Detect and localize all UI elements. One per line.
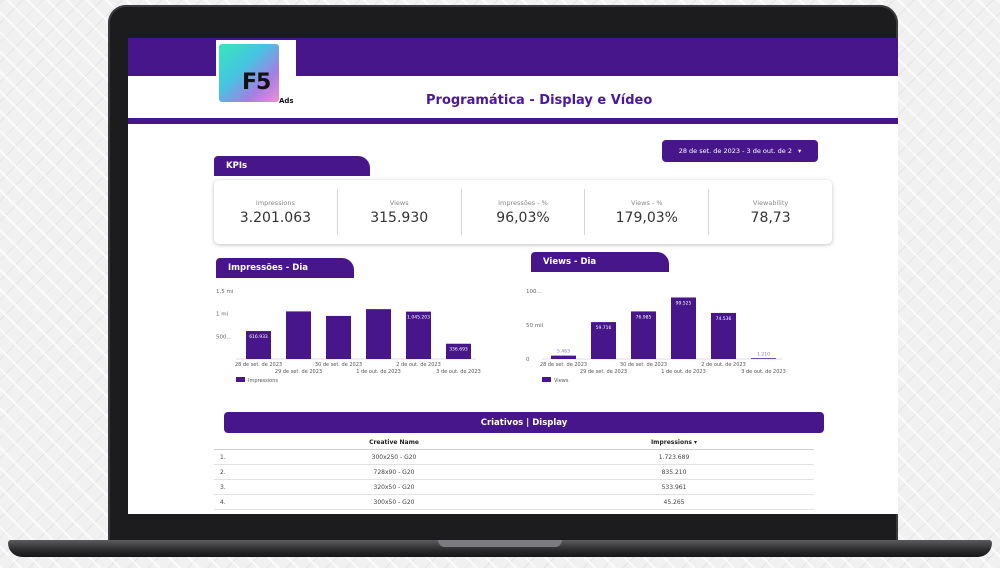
kpi-label: Impressões - % bbox=[498, 198, 548, 207]
data-label: 1.045.203 bbox=[407, 315, 430, 321]
bar bbox=[286, 311, 311, 359]
bar bbox=[751, 358, 776, 359]
table-row[interactable]: 1. 300x250 - G20 1.723.689 bbox=[214, 450, 814, 465]
bar bbox=[551, 355, 576, 359]
row-index: 4. bbox=[220, 498, 226, 506]
creatives-table-title: Criativos | Display bbox=[224, 412, 824, 433]
kpi-card: Impressions 3.201.063 Views 315.930 Impr… bbox=[214, 180, 832, 244]
kpi-views-pct: Views - % 179,03% bbox=[585, 189, 710, 235]
row-index: 2. bbox=[220, 468, 226, 476]
kpi-value: 315.930 bbox=[370, 209, 429, 226]
creative-name: 728x90 - G20 bbox=[373, 468, 415, 476]
kpis-section-title: KPIs bbox=[214, 156, 370, 176]
views-chart-title: Views - Dia bbox=[531, 252, 669, 272]
data-label: 99.525 bbox=[676, 300, 692, 306]
x-tick-label: 30 de set. de 2023 bbox=[315, 362, 362, 368]
creative-impressions: 1.723.689 bbox=[658, 453, 690, 461]
table-row[interactable]: 2. 728x90 - G20 835.210 bbox=[214, 465, 814, 480]
y-tick-label: 500... bbox=[216, 334, 232, 340]
date-range-picker[interactable]: 28 de set. de 2023 - 3 de out. de 2 ▾ bbox=[662, 140, 818, 162]
header-divider bbox=[128, 118, 898, 124]
views-bar-chart: 100... 50 mil 0 5.463 59.716 76.985 99.525 74.5… bbox=[524, 285, 814, 389]
data-label: 74.536 bbox=[716, 316, 732, 322]
creative-impressions: 45.265 bbox=[663, 498, 685, 506]
x-tick-label: 2 de out. de 2023 bbox=[396, 362, 441, 368]
creative-impressions: 533.961 bbox=[661, 483, 687, 491]
column-header-impressions[interactable]: Impressions ▾ bbox=[534, 439, 814, 446]
x-tick-label: 28 de set. de 2023 bbox=[235, 362, 282, 368]
x-tick-label: 29 de set. de 2023 bbox=[275, 369, 322, 375]
y-tick-label: 1 mi bbox=[216, 312, 229, 318]
creative-impressions: 835.210 bbox=[661, 468, 687, 476]
kpi-impressions-pct: Impressões - % 96,03% bbox=[462, 189, 586, 235]
bar bbox=[326, 315, 351, 359]
legend-swatch bbox=[542, 377, 551, 382]
kpi-label: Views bbox=[389, 198, 409, 207]
data-label: 5.463 bbox=[557, 349, 570, 355]
y-tick-label: 0 bbox=[526, 357, 530, 363]
x-tick-label: 3 de out. de 2023 bbox=[436, 369, 481, 375]
date-range-label: 28 de set. de 2023 - 3 de out. de 2 bbox=[678, 147, 793, 155]
table-header-row: Creative Name Impressions ▾ bbox=[214, 435, 814, 450]
brand-logo: F5 Ads bbox=[216, 40, 296, 110]
kpi-value: 179,03% bbox=[615, 209, 678, 226]
views-chart-svg: 100... 50 mil 0 5.463 59.716 76.985 99.525 74.5… bbox=[526, 289, 786, 384]
y-tick-label: 50 mil bbox=[526, 323, 544, 329]
x-tick-label: 30 de set. de 2023 bbox=[620, 362, 667, 368]
legend-swatch bbox=[236, 377, 245, 382]
y-tick-label: 100... bbox=[526, 289, 542, 295]
creative-name: 320x50 - G20 bbox=[373, 483, 415, 491]
x-tick-label: 3 de out. de 2023 bbox=[741, 369, 786, 375]
x-tick-label: 29 de set. de 2023 bbox=[580, 369, 627, 375]
kpi-value: 78,73 bbox=[750, 209, 791, 226]
chevron-down-icon: ▾ bbox=[798, 147, 802, 155]
logo-text: F5 bbox=[242, 70, 271, 95]
logo-subtext: Ads bbox=[279, 97, 294, 105]
kpi-impressions: Impressions 3.201.063 bbox=[214, 189, 338, 235]
kpi-value: 3.201.063 bbox=[239, 209, 312, 226]
data-label: 59.716 bbox=[596, 325, 612, 331]
laptop-notch bbox=[438, 540, 562, 547]
impressions-chart-svg: 1,5 mi 1 mi 500... 616.933 1.045.203 336.693 2… bbox=[216, 289, 481, 384]
creative-name: 300x250 - G20 bbox=[371, 453, 417, 461]
kpi-label: Viewability bbox=[752, 198, 789, 207]
kpi-value: 96,03% bbox=[496, 209, 550, 226]
impressions-bar-chart: 1,5 mi 1 mi 500... 616.933 1.045.203 336.693 2… bbox=[214, 283, 504, 395]
x-tick-label: 2 de out. de 2023 bbox=[701, 362, 746, 368]
kpi-label: Impressions bbox=[255, 198, 295, 207]
bar bbox=[366, 309, 391, 359]
bar bbox=[671, 297, 696, 359]
x-tick-label: 1 de out. de 2023 bbox=[356, 369, 401, 375]
creatives-table: Creative Name Impressions ▾ 1. 300x250 -… bbox=[214, 435, 814, 510]
y-tick-label: 1,5 mi bbox=[216, 289, 234, 295]
kpi-viewability: Viewability 78,73 bbox=[709, 189, 832, 235]
kpi-label: Views - % bbox=[631, 198, 663, 207]
legend-label: Impressions bbox=[248, 378, 278, 384]
x-tick-label: 1 de out. de 2023 bbox=[661, 369, 706, 375]
data-label: 1.210 bbox=[757, 351, 770, 357]
dashboard-screen: F5 Ads Programática - Display e Vídeo 28… bbox=[128, 38, 898, 514]
row-index: 1. bbox=[220, 453, 226, 461]
kpi-views: Views 315.930 bbox=[338, 189, 462, 235]
data-label: 76.985 bbox=[636, 314, 652, 320]
x-tick-label: 28 de set. de 2023 bbox=[540, 362, 587, 368]
table-row[interactable]: 4. 300x50 - G20 45.265 bbox=[214, 495, 814, 510]
creative-name: 300x50 - G20 bbox=[373, 498, 415, 506]
table-row[interactable]: 3. 320x50 - G20 533.961 bbox=[214, 480, 814, 495]
page-title: Programática - Display e Vídeo bbox=[426, 93, 653, 108]
legend-label: Views bbox=[554, 378, 569, 384]
column-header-creative-name[interactable]: Creative Name bbox=[254, 439, 534, 446]
impressions-chart-title: Impressões - Dia bbox=[216, 258, 354, 278]
data-label: 336.693 bbox=[449, 347, 468, 353]
row-index: 3. bbox=[220, 483, 226, 491]
data-label: 616.933 bbox=[249, 334, 268, 340]
